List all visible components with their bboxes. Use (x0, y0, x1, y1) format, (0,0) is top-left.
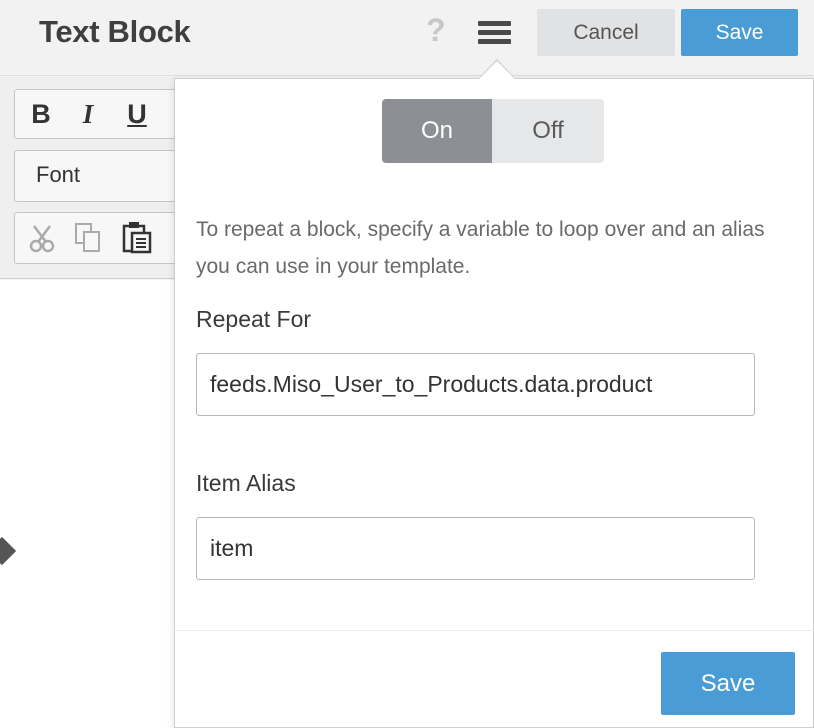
repeat-for-input[interactable]: feeds.Miso_User_to_Products.data.product (196, 353, 755, 416)
repeat-description: To repeat a block, specify a variable to… (196, 218, 765, 278)
underline-button[interactable]: U (119, 95, 155, 133)
page-title: Text Block (39, 14, 191, 49)
copy-icon[interactable] (74, 222, 102, 254)
toggle-on-button[interactable]: On (382, 99, 492, 163)
popover-divider (175, 630, 814, 631)
cut-icon[interactable] (28, 224, 56, 254)
paste-icon[interactable] (122, 221, 152, 254)
cancel-button[interactable]: Cancel (537, 9, 675, 56)
item-alias-label: Item Alias (196, 470, 296, 496)
editor-content-area[interactable] (0, 280, 175, 728)
font-select[interactable]: Font (14, 150, 184, 202)
help-icon[interactable]: ? (426, 12, 446, 49)
save-button[interactable]: Save (681, 9, 798, 56)
bold-button[interactable]: B (23, 95, 59, 133)
toggle-off-button[interactable]: Off (492, 99, 604, 163)
popover-caret-fill (479, 61, 515, 79)
repeat-toggle: On Off (382, 99, 604, 163)
repeat-for-label: Repeat For (196, 306, 312, 332)
italic-button[interactable]: I (70, 95, 106, 133)
item-alias-input[interactable]: item (196, 517, 755, 580)
popover-save-button[interactable]: Save (661, 652, 795, 715)
hamburger-menu-icon[interactable] (478, 21, 511, 45)
